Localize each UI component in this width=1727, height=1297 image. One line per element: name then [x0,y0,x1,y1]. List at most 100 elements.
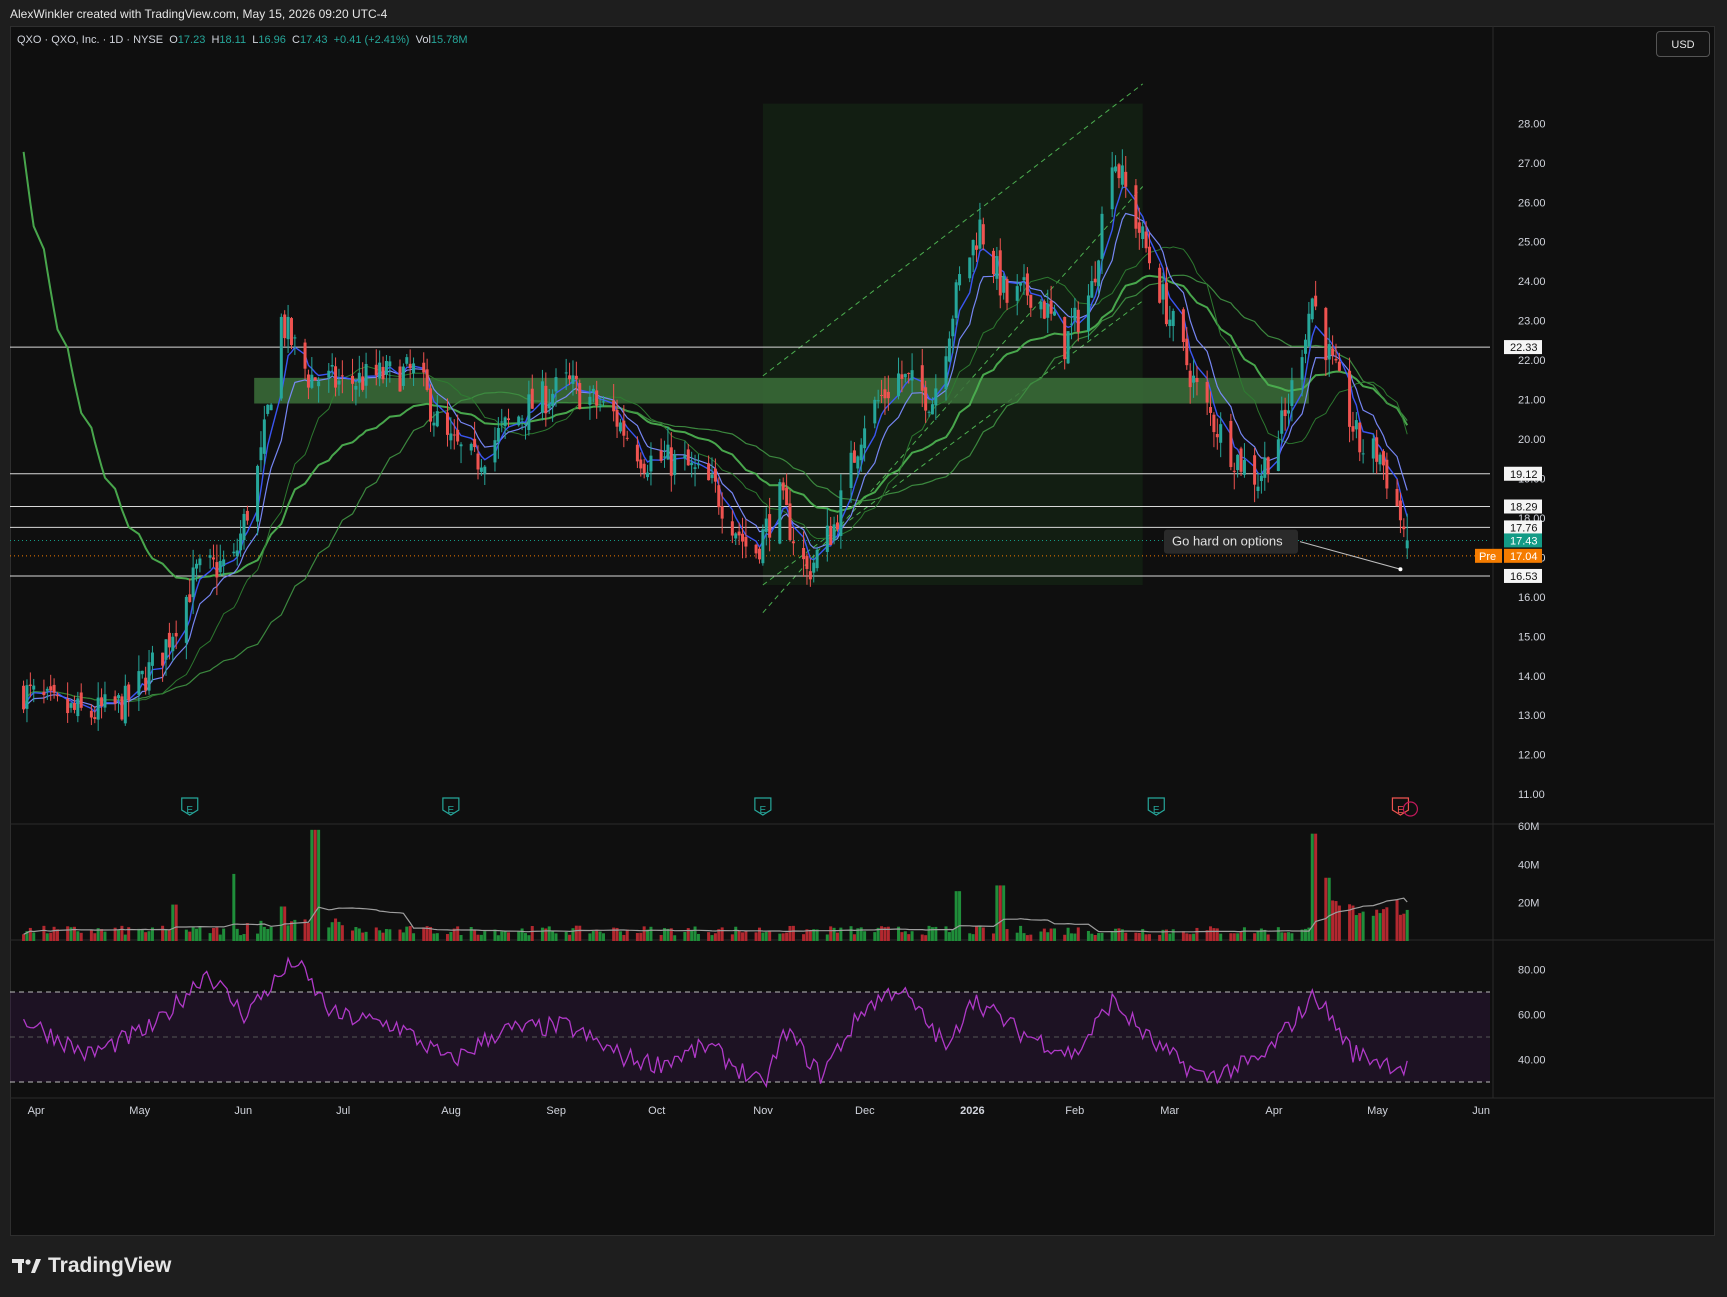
candle-body [958,274,962,286]
candle-body [1029,294,1033,308]
candle-body [1137,222,1141,233]
candle-body [1314,295,1318,307]
volume-bar [1287,932,1291,941]
price-level-badge-text: 19.12 [1510,469,1538,481]
volume-bar [1314,833,1318,941]
candle-body [117,695,121,699]
time-axis-tick: Mar [1160,1105,1179,1117]
candle-body [184,596,188,643]
earnings-marker[interactable]: E [1391,797,1410,816]
candle-body [1212,414,1216,433]
candle-body [1259,475,1263,482]
volume-bar [924,935,928,941]
volume-bar [517,930,521,941]
volume-bar [1046,932,1050,941]
volume-bar [622,934,626,941]
candle-body [852,450,856,463]
candle-body [883,389,887,399]
volume-bar [432,933,436,941]
premarket-prefix-text: Pre [1479,551,1496,563]
candle-body [1324,307,1328,361]
candle-body [327,370,331,378]
price-chart[interactable]: Go hard on options E E E E E 11.00 12.00 13.00 14… [10,26,1715,1236]
candle-body [571,375,575,384]
candle-body [1337,361,1341,371]
volume-bar [310,829,314,941]
earnings-marker[interactable]: E [1147,797,1165,816]
earnings-marker[interactable]: E [442,797,460,816]
volume-bar [242,934,246,941]
volume-bar [398,929,402,941]
candle-body [1161,284,1165,300]
candle-body [188,594,192,603]
candle-body [256,465,260,522]
candle-body [1334,358,1338,361]
price-axis-tick: 14.00 [1518,671,1546,683]
volume-bar [103,931,107,941]
candle-body [483,466,487,474]
candle-body [839,490,843,537]
candle-body [313,377,317,381]
candle-body [1331,348,1335,356]
candle-body [364,364,368,386]
candle-body [103,694,107,708]
volume-bar [93,933,97,941]
volume-bar [1334,901,1338,941]
candle-body [825,525,829,552]
volume-bar [547,926,551,941]
price-axis-tick: 22.00 [1518,355,1546,367]
candle-body [954,282,958,318]
candle-body [781,482,785,491]
volume-bar [530,925,534,941]
time-axis-tick: Jun [1472,1105,1490,1117]
volume-bar [1124,932,1128,941]
volume-bar [1144,934,1148,941]
candle-body [1375,437,1379,462]
volume-bar [588,933,592,941]
volume-bar [1215,928,1219,941]
candle-body [1361,453,1365,455]
candle-body [1348,370,1352,427]
volume-bar [445,934,449,941]
candle-body [1022,277,1026,281]
volume-bar [1049,928,1053,941]
earnings-marker[interactable]: E [181,797,199,816]
volume-bar [422,927,426,941]
candle-body [622,420,626,436]
volume-bar [540,927,544,941]
candle-body [1141,226,1145,240]
candle-body [754,544,758,554]
candle-body [523,423,527,425]
candle-body [195,563,199,569]
volume-bar [1290,933,1294,941]
currency-button[interactable]: USD [1656,31,1710,57]
time-axis-tick: Apr [28,1105,45,1117]
tradingview-logo[interactable]: TradingView [12,1254,171,1278]
volume-bar [744,930,748,941]
volume-bar [1405,909,1409,941]
volume-bar [49,932,53,941]
volume-bar [408,926,412,941]
candle-body [649,455,653,472]
candle-body [334,366,338,388]
volume-bar [1168,933,1172,941]
candle-body [635,444,639,462]
volume-bar [374,927,378,941]
candle-body [1358,422,1362,453]
volume-bar [1361,911,1365,941]
time-axis-tick: Aug [441,1105,461,1117]
volume-bar [954,891,958,941]
volume-bar [998,885,1002,941]
tradingview-logo-icon [12,1259,41,1273]
candle-body [137,671,141,695]
volume-bar [1354,915,1358,941]
candle-body [900,374,904,379]
volume-bar [768,931,772,941]
volume-bar [975,925,979,941]
candle-body [802,547,806,560]
candle-body [161,652,165,666]
volume-bar [601,933,605,941]
volume-bar [1110,931,1114,941]
candle-body [381,366,385,380]
earnings-marker[interactable]: E [754,797,772,816]
